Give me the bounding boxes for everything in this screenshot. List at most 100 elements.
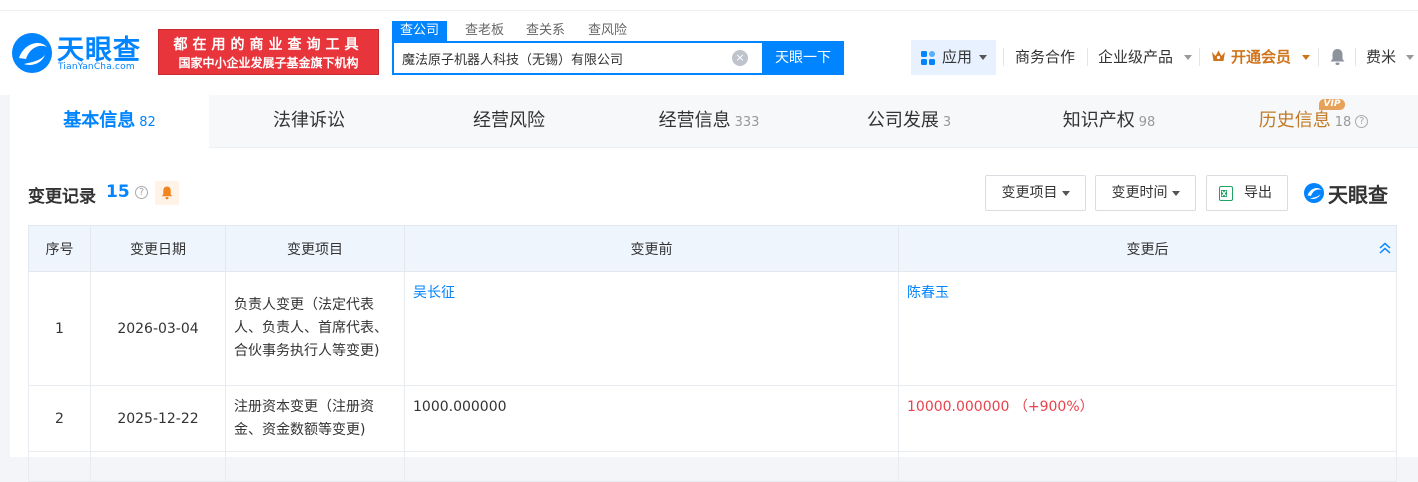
filter-change-time[interactable]: 变更时间 xyxy=(1095,175,1196,211)
export-button[interactable]: 导出 xyxy=(1206,175,1288,211)
filter-change-time-label: 变更时间 xyxy=(1111,185,1168,201)
nav-open-vip[interactable]: 开通会员 xyxy=(1231,46,1311,68)
help-icon: ? xyxy=(1355,114,1369,128)
cell-change-item: 负责人变更（法定代表人、负责人、首席代表、合伙事务执行人等变更) xyxy=(225,271,405,386)
table-row xyxy=(28,451,1397,482)
table-row: 2 2025-12-22 注册资本变更（注册资金、资金数额等变更) 1000.0… xyxy=(28,385,1397,452)
cell-after: 10000.000000 （+900%） xyxy=(898,385,1397,452)
col-header-index: 序号 xyxy=(28,225,91,272)
col-header-after: 变更后 xyxy=(898,225,1397,272)
divider xyxy=(1318,48,1319,66)
cell-date: 2026-03-04 xyxy=(90,271,226,386)
tab-label: 历史信息 xyxy=(1258,110,1331,131)
tab-count: 82 xyxy=(139,115,156,130)
nav-enterprise-products[interactable]: 企业级产品 xyxy=(1098,46,1192,68)
tab-label: 公司发展 xyxy=(866,110,939,131)
tab-label: 经营信息 xyxy=(658,110,731,131)
cell-before: 吴长征 xyxy=(404,271,899,386)
cell-before: 1000.000000 xyxy=(404,385,899,452)
section-count: 15 xyxy=(106,182,130,202)
tab-company-development[interactable]: 公司发展 3 xyxy=(809,95,1009,148)
divider xyxy=(1355,48,1356,66)
nav-app-menu[interactable]: 应用 xyxy=(911,40,996,75)
company-detail-card: 基本信息 82 法律诉讼 经营风险 经营信息 333 公司发展 3 知识产权 98 历史… xyxy=(10,95,1418,482)
tab-operating-info[interactable]: 经营信息 333 xyxy=(609,95,809,148)
clear-icon[interactable]: × xyxy=(732,50,748,66)
tab-history-info[interactable]: 历史信息 18? xyxy=(1209,95,1418,148)
tianyancha-logo[interactable]: 天眼查 TianYanCha.com xyxy=(10,31,155,77)
tab-label: 经营风险 xyxy=(473,110,545,131)
tab-search-relation[interactable]: 查关系 xyxy=(526,21,565,41)
tab-count: 98 xyxy=(1138,115,1156,130)
promo-banner[interactable]: 都在用的商业查询工具 国家中小企业发展子基金旗下机构 xyxy=(158,29,379,75)
filter-change-item-label: 变更项目 xyxy=(1001,185,1058,201)
tab-count: 18 xyxy=(1334,115,1352,130)
chevron-down-icon xyxy=(1405,55,1414,60)
help-icon[interactable]: ? xyxy=(135,186,148,199)
vip-badge: VIP xyxy=(1319,99,1345,110)
top-header: 天眼查 TianYanCha.com 都在用的商业查询工具 国家中小企业发展子基… xyxy=(0,0,1418,95)
tab-basic-info[interactable]: 基本信息 82 xyxy=(10,95,209,148)
detail-tabs: 基本信息 82 法律诉讼 经营风险 经营信息 333 公司发展 3 知识产权 98 历史… xyxy=(10,95,1418,148)
crown-icon xyxy=(1212,50,1225,61)
cell-date: 2025-12-22 xyxy=(90,385,226,452)
cell-index: 2 xyxy=(28,385,91,452)
banner-line2: 国家中小企业发展子基金旗下机构 xyxy=(178,56,359,70)
tab-search-company[interactable]: 查公司 xyxy=(392,21,448,41)
tab-label: 知识产权 xyxy=(1062,110,1135,131)
search-button[interactable]: 天眼一下 xyxy=(762,41,844,75)
cell-before xyxy=(404,451,899,482)
search-box: × 天眼一下 xyxy=(392,41,844,75)
tab-label: 法律诉讼 xyxy=(273,110,345,131)
table-header-row: 序号 变更日期 变更项目 变更前 变更后 xyxy=(28,225,1397,272)
logo-domain: TianYanCha.com xyxy=(58,62,135,72)
chevron-down-icon xyxy=(979,55,987,60)
person-link[interactable]: 陈春玉 xyxy=(907,285,949,301)
app-grid-icon xyxy=(921,51,935,65)
change-record-table: 序号 变更日期 变更项目 变更前 变更后 1 2026-03-04 负责人变更（… xyxy=(28,225,1397,482)
cell-index xyxy=(28,451,91,482)
cell-index: 1 xyxy=(28,271,91,386)
tab-litigation[interactable]: 法律诉讼 xyxy=(209,95,409,148)
search-input[interactable] xyxy=(394,43,762,73)
col-header-date: 变更日期 xyxy=(90,225,226,272)
nav-enterprise-label: 企业级产品 xyxy=(1098,48,1174,66)
nav-vip-label: 开通会员 xyxy=(1231,48,1292,66)
chevron-down-icon xyxy=(1302,55,1311,60)
nav-business-cooperation[interactable]: 商务合作 xyxy=(1015,46,1075,68)
excel-icon xyxy=(1219,186,1233,201)
tab-operating-risk[interactable]: 经营风险 xyxy=(409,95,609,148)
divider xyxy=(1003,48,1004,66)
chevron-down-icon xyxy=(1183,55,1192,60)
bell-icon xyxy=(161,186,173,200)
cell-change-item: 注册资本变更（注册资金、资金数额等变更) xyxy=(225,385,405,452)
person-link[interactable]: 吴长征 xyxy=(413,285,455,301)
tab-count: 333 xyxy=(734,115,760,130)
cell-after xyxy=(898,451,1397,482)
chevron-down-icon xyxy=(1171,190,1180,196)
divider xyxy=(0,10,1418,11)
cell-after: 陈春玉 xyxy=(898,271,1397,386)
cell-change-item xyxy=(225,451,405,482)
banner-line1: 都在用的商业查询工具 xyxy=(173,37,364,53)
tianyancha-logo-icon xyxy=(12,33,52,73)
brand-name: 天眼查 xyxy=(1328,183,1388,207)
section-title: 变更记录 xyxy=(28,187,96,207)
nav-user-menu[interactable]: 费米 xyxy=(1366,46,1414,68)
tab-search-risk[interactable]: 查风险 xyxy=(588,21,627,41)
divider xyxy=(1199,48,1200,66)
collapse-up-icon[interactable] xyxy=(1378,241,1392,255)
tab-label: 基本信息 xyxy=(63,110,136,131)
tab-intellectual-property[interactable]: 知识产权 98 xyxy=(1009,95,1209,148)
col-header-after-label: 变更后 xyxy=(1126,241,1169,258)
filter-change-item[interactable]: 变更项目 xyxy=(985,175,1086,211)
tab-count: 3 xyxy=(942,115,952,130)
table-row: 1 2026-03-04 负责人变更（法定代表人、负责人、首席代表、合伙事务执行… xyxy=(28,271,1397,386)
tianyancha-watermark-logo: 天眼查 xyxy=(1303,179,1403,207)
tab-search-boss[interactable]: 查老板 xyxy=(465,21,504,41)
divider xyxy=(1087,48,1088,66)
monitor-bell-button[interactable] xyxy=(155,181,179,205)
export-label: 导出 xyxy=(1244,185,1272,201)
bell-icon[interactable] xyxy=(1329,48,1346,66)
nav-user-name: 费米 xyxy=(1366,48,1397,66)
